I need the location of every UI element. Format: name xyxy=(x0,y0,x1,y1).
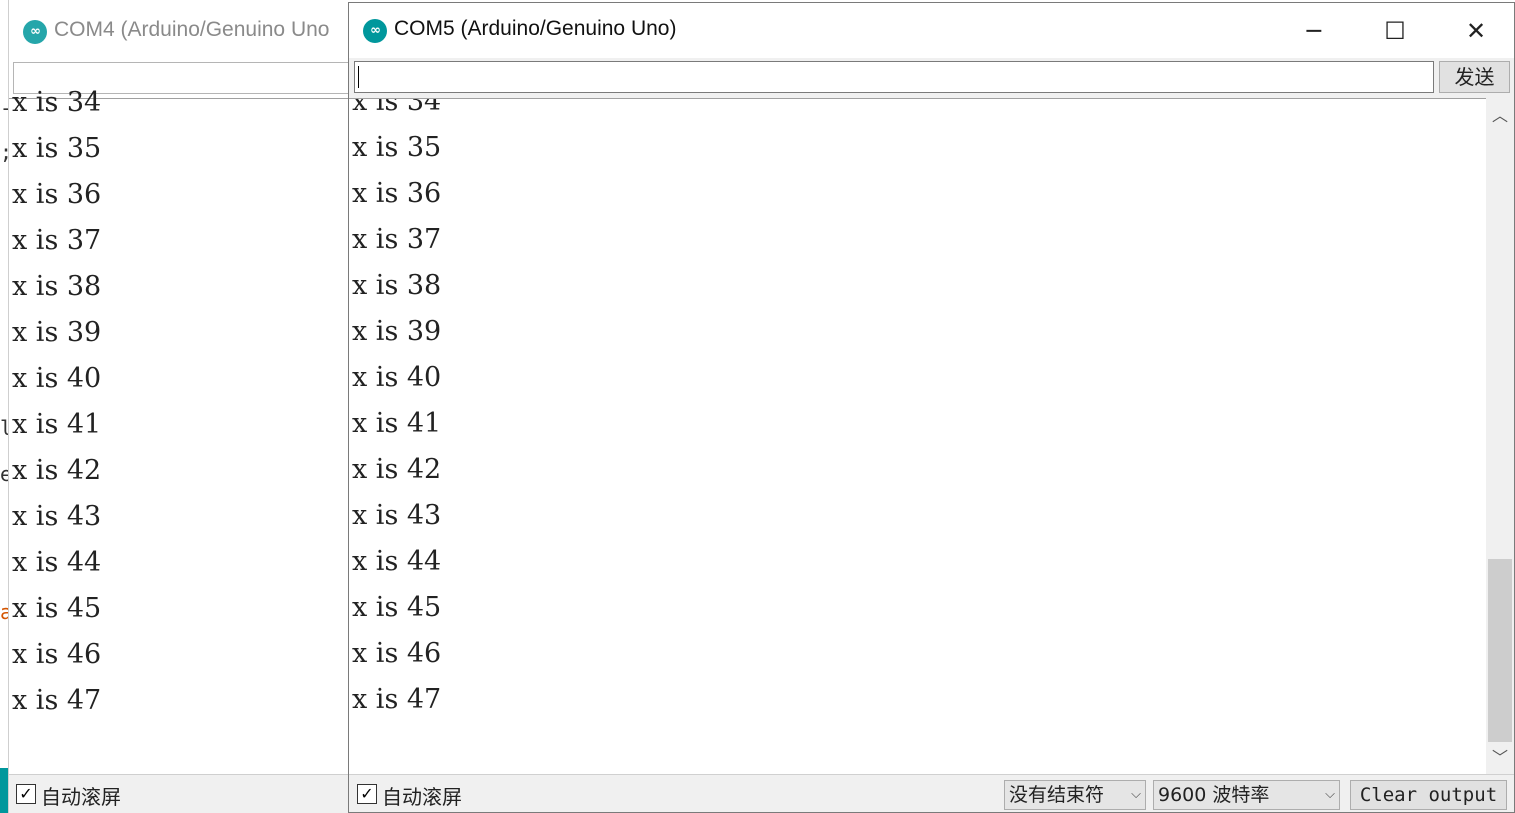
scroll-up-icon[interactable]: ︿ xyxy=(1486,102,1514,130)
serial-output-line: x is 46 xyxy=(12,639,102,670)
serial-output-line: x is 42 xyxy=(12,455,102,486)
autoscroll-label: 自动滚屏 xyxy=(382,785,462,809)
text-caret xyxy=(358,66,359,88)
serial-output-line: x is 37 xyxy=(352,224,442,255)
serial-output-line: x is 47 xyxy=(352,684,442,715)
com4-autoscroll-label: 自动滚屏 xyxy=(41,785,121,809)
serial-output-line: x is 42 xyxy=(352,454,442,485)
editor-status-strip xyxy=(0,768,8,813)
close-icon: ✕ xyxy=(1465,17,1487,45)
com5-footer: ✓ 自动滚屏 没有结束符 ⌵ 9600 波特率 ⌵ Clear output xyxy=(349,774,1514,812)
send-button[interactable]: 发送 xyxy=(1439,61,1510,93)
serial-output-line: x is 46 xyxy=(352,638,442,669)
serial-output-line: x is 43 xyxy=(352,500,442,531)
com5-serial-output[interactable]: x is 34 x is 35 x is 36 x is 37 x is 38 x is … xyxy=(349,98,1486,774)
serial-output-line: x is 44 xyxy=(352,546,442,577)
com4-footer: ✓ 自动滚屏 xyxy=(9,774,353,813)
serial-output-line: x is 45 xyxy=(352,592,442,623)
serial-output-line: x is 36 xyxy=(12,179,102,210)
serial-output-line: x is 44 xyxy=(12,547,102,578)
serial-output-line: x is 35 xyxy=(352,132,442,163)
maximize-button[interactable]: ☐ xyxy=(1360,9,1430,53)
serial-output-line: x is 36 xyxy=(352,178,442,209)
serial-monitor-com4-window[interactable]: ∞ COM4 (Arduino/Genuino Uno x is 34 x is … xyxy=(8,0,353,813)
checkmark-icon: ✓ xyxy=(19,784,33,803)
serial-output-line: x is 41 xyxy=(352,408,442,439)
com4-title-bar[interactable]: ∞ COM4 (Arduino/Genuino Uno xyxy=(9,0,353,60)
com4-autoscroll-checkbox[interactable]: ✓ xyxy=(16,784,36,804)
serial-output-line: x is 34 xyxy=(352,98,442,117)
line-ending-select[interactable]: 没有结束符 ⌵ xyxy=(1004,780,1146,810)
serial-output-line: x is 41 xyxy=(12,409,102,440)
serial-output-line: x is 35 xyxy=(12,133,102,164)
checkmark-icon: ✓ xyxy=(360,784,374,803)
scrollbar-thumb[interactable] xyxy=(1488,559,1512,742)
chevron-down-icon: ⌵ xyxy=(1131,787,1141,802)
serial-output-line: x is 37 xyxy=(12,225,102,256)
baud-rate-value: 9600 波特率 xyxy=(1158,784,1270,806)
line-ending-value: 没有结束符 xyxy=(1009,784,1105,806)
com5-title-bar[interactable]: ∞ COM5 (Arduino/Genuino Uno) ─ ☐ ✕ xyxy=(349,3,1514,58)
scroll-down-icon[interactable]: ﹀ xyxy=(1486,744,1514,772)
com5-window-title: COM5 (Arduino/Genuino Uno) xyxy=(394,17,677,40)
send-toolbar: 发送 xyxy=(349,58,1514,98)
serial-output-line: x is 43 xyxy=(12,501,102,532)
arduino-logo-icon: ∞ xyxy=(363,19,387,43)
serial-output-line: x is 45 xyxy=(12,593,102,624)
chevron-down-icon: ⌵ xyxy=(1325,787,1335,802)
com4-window-title: COM4 (Arduino/Genuino Uno xyxy=(54,18,330,41)
serial-monitor-com5-window[interactable]: ∞ COM5 (Arduino/Genuino Uno) ─ ☐ ✕ 发送 x … xyxy=(348,2,1515,813)
serial-output-line: x is 40 xyxy=(12,363,102,394)
autoscroll-checkbox[interactable]: ✓ xyxy=(357,784,377,804)
output-scrollbar[interactable]: ︿ ﹀ xyxy=(1486,98,1514,774)
serial-output-line: x is 39 xyxy=(352,316,442,347)
com4-serial-output[interactable]: x is 34 x is 35 x is 36 x is 37 x is 38 x is … xyxy=(9,87,353,774)
clear-output-button[interactable]: Clear output xyxy=(1350,780,1507,810)
minimize-icon: ─ xyxy=(1306,17,1322,45)
serial-output-line: x is 38 xyxy=(12,271,102,302)
close-button[interactable]: ✕ xyxy=(1441,9,1511,53)
serial-output-line: x is 40 xyxy=(352,362,442,393)
serial-output-line: x is 39 xyxy=(12,317,102,348)
maximize-icon: ☐ xyxy=(1384,17,1406,45)
arduino-logo-icon: ∞ xyxy=(23,20,47,44)
baud-rate-select[interactable]: 9600 波特率 ⌵ xyxy=(1153,780,1340,810)
send-input[interactable] xyxy=(354,61,1434,93)
minimize-button[interactable]: ─ xyxy=(1279,9,1349,53)
serial-output-line: x is 38 xyxy=(352,270,442,301)
serial-output-line: x is 47 xyxy=(12,685,102,716)
serial-output-line: x is 34 xyxy=(12,87,102,118)
